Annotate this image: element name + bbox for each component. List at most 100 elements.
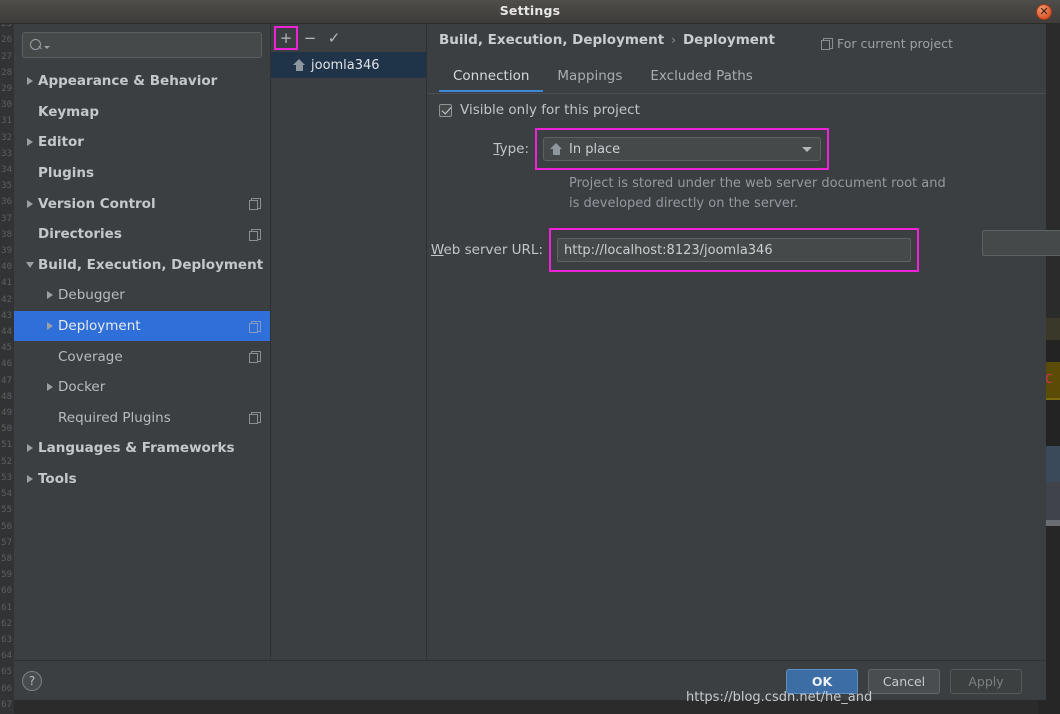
window-titlebar: Settings ✕ <box>0 0 1060 24</box>
chevron-right-icon[interactable] <box>42 291 58 300</box>
sidebar-item-editor[interactable]: Editor <box>14 127 270 158</box>
sidebar-item-label: Languages & Frameworks <box>38 440 235 457</box>
window-title: Settings <box>499 3 561 18</box>
chevron-right-icon[interactable] <box>22 199 38 208</box>
type-description-line2: is developed directly on the server. <box>569 196 799 211</box>
deployment-content-pane: Build, Execution, Deployment › Deploymen… <box>427 24 1060 660</box>
sidebar-item-appearance-behavior[interactable]: Appearance & Behavior <box>14 66 270 97</box>
for-current-project-indicator: For current project <box>821 36 953 51</box>
breadcrumb-separator-icon: › <box>671 33 676 47</box>
sidebar-item-coverage[interactable]: Coverage <box>14 341 270 372</box>
set-default-button[interactable]: ✓ <box>323 27 345 49</box>
server-list[interactable]: joomla346 <box>271 52 426 78</box>
sidebar-item-label: Docker <box>58 379 106 396</box>
cancel-button[interactable]: Cancel <box>868 669 940 694</box>
chevron-right-icon[interactable] <box>22 444 38 453</box>
tab-bar-divider <box>427 93 1046 94</box>
dialog-body: Appearance & Behavior Keymap Editor Plugins… <box>14 24 1060 660</box>
sidebar-item-label: Editor <box>38 134 84 151</box>
web-server-url-row: Web server URL: <box>427 228 1060 272</box>
url-label-mnemonic: W <box>430 242 444 258</box>
project-scope-icon <box>821 38 833 50</box>
sidebar-item-label: Required Plugins <box>58 409 171 426</box>
sidebar-item-version-control[interactable]: Version Control <box>14 188 270 219</box>
tab-connection[interactable]: Connection <box>439 64 544 92</box>
web-server-url-label: Web server URL: <box>427 242 549 258</box>
project-scope-icon <box>249 320 261 333</box>
type-description: Project is stored under the web server d… <box>569 174 989 214</box>
web-server-url-input[interactable] <box>564 242 904 258</box>
apply-button: Apply <box>950 669 1022 694</box>
type-dropdown-value: In place <box>569 141 621 157</box>
project-scope-icon <box>249 412 261 425</box>
sidebar-item-label: Tools <box>38 471 77 488</box>
chevron-right-icon[interactable] <box>22 138 38 147</box>
chevron-right-icon[interactable] <box>22 475 38 484</box>
web-server-url-open-container <box>982 230 1060 256</box>
sidebar-item-label: Deployment <box>58 318 141 335</box>
help-button[interactable]: ? <box>22 671 42 691</box>
url-label-rest: eb server URL: <box>443 242 543 258</box>
chevron-down-icon[interactable] <box>802 146 812 152</box>
search-container <box>14 24 270 58</box>
watermark: https://blog.csdn.net/he_and <box>686 690 873 705</box>
chevron-right-icon[interactable] <box>42 322 58 331</box>
server-list-pane: + − ✓ joomla346 <box>271 24 427 660</box>
home-icon <box>550 143 562 155</box>
visible-only-label: Visible only for this project <box>460 102 640 118</box>
type-dropdown[interactable]: In place <box>543 137 821 161</box>
type-highlight-box: In place <box>535 128 829 170</box>
tab-bar[interactable]: Connection Mappings Excluded Paths <box>439 64 767 92</box>
sidebar-item-languages-frameworks[interactable]: Languages & Frameworks <box>14 433 270 464</box>
type-label-rest: ype: <box>499 141 529 157</box>
breadcrumb-item-parent[interactable]: Build, Execution, Deployment <box>439 32 664 48</box>
sidebar-item-label: Version Control <box>38 195 156 212</box>
close-icon[interactable]: ✕ <box>1036 4 1052 20</box>
tab-excluded-paths[interactable]: Excluded Paths <box>636 64 766 92</box>
project-scope-icon <box>249 198 261 211</box>
type-row: Type: In place <box>427 128 1046 170</box>
sidebar-item-label: Debugger <box>58 287 125 304</box>
sidebar-item-docker[interactable]: Docker <box>14 372 270 403</box>
sidebar-item-label: Directories <box>38 226 122 243</box>
sidebar-item-plugins[interactable]: Plugins <box>14 158 270 189</box>
sidebar-item-directories[interactable]: Directories <box>14 219 270 250</box>
for-current-project-label: For current project <box>837 36 953 51</box>
sidebar-item-required-plugins[interactable]: Required Plugins <box>14 403 270 434</box>
sidebar-item-label: Appearance & Behavior <box>38 73 218 90</box>
sidebar-item-label: Build, Execution, Deployment <box>38 256 264 273</box>
chevron-right-icon[interactable] <box>22 77 38 86</box>
sidebar-item-label: Plugins <box>38 165 95 182</box>
add-server-button[interactable]: + <box>274 26 298 50</box>
dialog-footer: ? OK Cancel Apply <box>14 660 1046 700</box>
breadcrumb: Build, Execution, Deployment › Deploymen… <box>439 32 775 48</box>
type-label: Type: <box>427 141 535 157</box>
editor-gutter-line-numbers: 2425262728293031323334353637383940414243… <box>0 0 14 714</box>
settings-tree-pane: Appearance & Behavior Keymap Editor Plugins… <box>14 24 271 660</box>
settings-tree[interactable]: Appearance & Behavior Keymap Editor Plugins… <box>14 66 270 494</box>
home-icon <box>293 59 305 71</box>
sidebar-item-deployment[interactable]: Deployment <box>14 310 270 342</box>
sidebar-item-build-execution-deployment[interactable]: Build, Execution, Deployment <box>14 250 270 281</box>
breadcrumb-item-current: Deployment <box>682 32 775 48</box>
server-list-item[interactable]: joomla346 <box>271 52 426 78</box>
sidebar-item-keymap[interactable]: Keymap <box>14 97 270 128</box>
server-toolbar: + − ✓ <box>271 24 426 52</box>
project-scope-icon <box>249 351 261 364</box>
remove-server-button[interactable]: − <box>299 27 321 49</box>
web-server-url-field[interactable] <box>557 238 911 262</box>
chevron-right-icon[interactable] <box>42 383 58 392</box>
sidebar-item-tools[interactable]: Tools <box>14 464 270 495</box>
tab-mappings[interactable]: Mappings <box>543 64 636 92</box>
search-icon <box>30 38 43 52</box>
search-input[interactable] <box>50 38 261 52</box>
chevron-down-icon[interactable] <box>22 261 38 268</box>
sidebar-item-label: Coverage <box>58 348 123 365</box>
web-server-url-highlight-box <box>549 228 919 272</box>
visible-only-row: Visible only for this project <box>427 102 1046 118</box>
visible-only-checkbox[interactable] <box>439 103 452 117</box>
sidebar-item-debugger[interactable]: Debugger <box>14 280 270 311</box>
server-list-item-label: joomla346 <box>311 57 380 73</box>
search-box[interactable] <box>22 32 262 58</box>
project-scope-icon <box>249 228 261 241</box>
